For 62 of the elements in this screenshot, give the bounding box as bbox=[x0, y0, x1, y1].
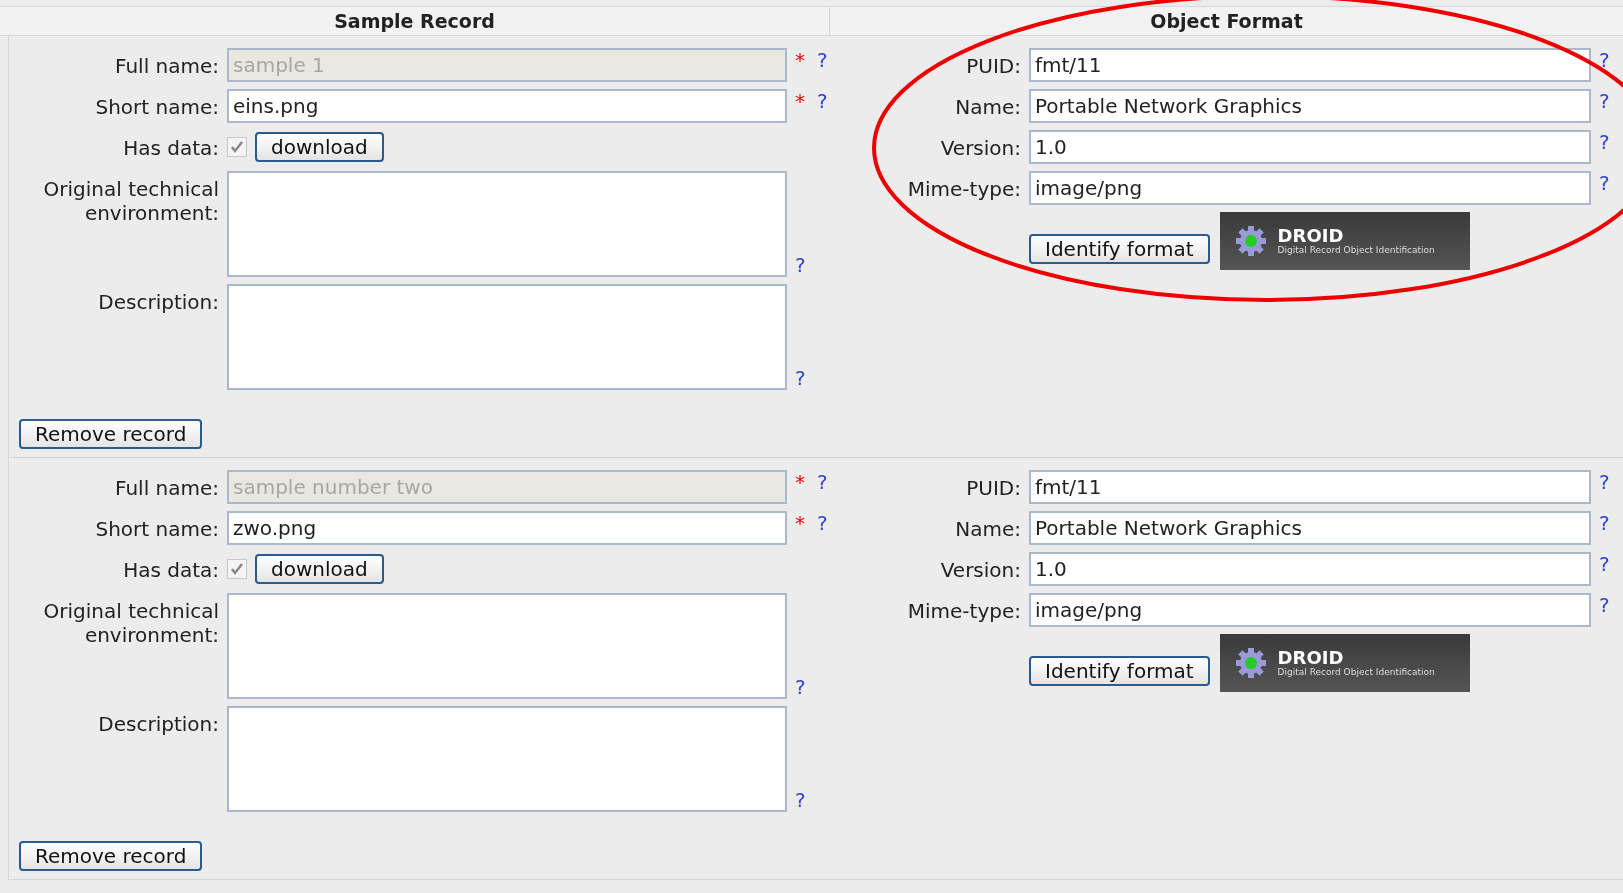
logo-subtitle: Digital Record Object Identification bbox=[1277, 667, 1435, 677]
help-link[interactable]: ? bbox=[795, 788, 806, 812]
help-link[interactable]: ? bbox=[795, 675, 806, 699]
field-label: Short name: bbox=[94, 516, 219, 541]
field-label: Version: bbox=[939, 557, 1021, 582]
text-field[interactable]: fmt/11 bbox=[1029, 470, 1591, 504]
required-asterisk: * bbox=[795, 511, 805, 535]
help-link[interactable]: ? bbox=[1599, 511, 1610, 535]
help-link[interactable]: ? bbox=[817, 511, 828, 535]
text-field[interactable]: 1.0 bbox=[1029, 552, 1591, 586]
field-label: Mime-type: bbox=[906, 598, 1021, 623]
text-field[interactable]: Portable Network Graphics bbox=[1029, 89, 1591, 123]
text-field[interactable]: fmt/11 bbox=[1029, 48, 1591, 82]
help-link[interactable]: ? bbox=[1599, 552, 1610, 576]
field-label: Original technical environment: bbox=[42, 176, 219, 225]
field-label: Short name: bbox=[94, 94, 219, 119]
logo-title: DROID bbox=[1277, 227, 1345, 245]
field-label: Name: bbox=[954, 94, 1021, 119]
help-link[interactable]: ? bbox=[795, 253, 806, 277]
text-field[interactable]: eins.png bbox=[227, 89, 787, 123]
help-link[interactable]: ? bbox=[1599, 89, 1610, 113]
text-area[interactable] bbox=[227, 706, 787, 812]
field-label: Version: bbox=[939, 135, 1021, 160]
logo-title: DROID bbox=[1277, 649, 1345, 667]
logo-subtitle: Digital Record Object Identification bbox=[1277, 245, 1435, 255]
column-header: Object Format bbox=[1149, 9, 1304, 34]
required-asterisk: * bbox=[795, 89, 805, 113]
field-label: PUID: bbox=[965, 53, 1021, 78]
help-link[interactable]: ? bbox=[795, 366, 806, 390]
field-label: Mime-type: bbox=[906, 176, 1021, 201]
help-link[interactable]: ? bbox=[817, 89, 828, 113]
field-label: Description: bbox=[97, 289, 219, 314]
text-area[interactable] bbox=[227, 171, 787, 277]
remove-record-button[interactable]: Remove record bbox=[19, 841, 203, 871]
column-header: Sample Record bbox=[0, 7, 830, 35]
identify-format-button[interactable]: Identify format bbox=[1029, 656, 1210, 686]
help-link[interactable]: ? bbox=[1599, 130, 1610, 154]
text-field[interactable]: Portable Network Graphics bbox=[1029, 511, 1591, 545]
field-label: Has data: bbox=[122, 135, 219, 160]
help-link[interactable]: ? bbox=[1599, 171, 1610, 195]
remove-record-button[interactable]: Remove record bbox=[19, 419, 203, 449]
help-link[interactable]: ? bbox=[1599, 48, 1610, 72]
required-asterisk: * bbox=[795, 48, 805, 72]
gear-icon bbox=[1233, 646, 1268, 680]
field-label: PUID: bbox=[965, 475, 1021, 500]
required-asterisk: * bbox=[795, 470, 805, 494]
field-label: Full name: bbox=[114, 53, 219, 78]
field-label: Name: bbox=[954, 516, 1021, 541]
text-field[interactable]: image/png bbox=[1029, 171, 1591, 205]
text-area[interactable] bbox=[227, 284, 787, 390]
field-label: Original technical environment: bbox=[42, 598, 219, 647]
field-label: Full name: bbox=[114, 475, 219, 500]
text-field[interactable]: zwo.png bbox=[227, 511, 787, 545]
field-label: Has data: bbox=[122, 557, 219, 582]
text-field[interactable]: 1.0 bbox=[1029, 130, 1591, 164]
help-link[interactable]: ? bbox=[1599, 470, 1610, 494]
text-field[interactable]: image/png bbox=[1029, 593, 1591, 627]
identify-format-button[interactable]: Identify format bbox=[1029, 234, 1210, 264]
help-link[interactable]: ? bbox=[1599, 593, 1610, 617]
gear-icon bbox=[1233, 224, 1268, 258]
text-area[interactable] bbox=[227, 593, 787, 699]
field-label: Description: bbox=[97, 711, 219, 736]
